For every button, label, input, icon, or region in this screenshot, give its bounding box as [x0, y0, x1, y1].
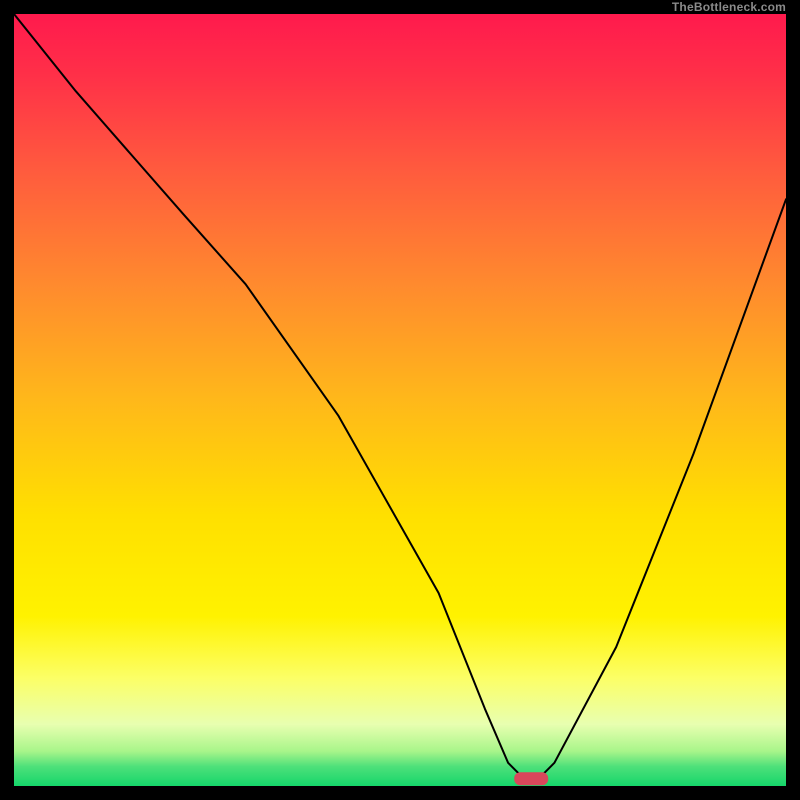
optimum-marker [514, 772, 548, 785]
bottleneck-curve [14, 14, 786, 778]
chart-frame: TheBottleneck.com [0, 0, 800, 800]
chart-svg [14, 14, 786, 786]
watermark-label: TheBottleneck.com [672, 0, 786, 14]
chart-plot-area [14, 14, 786, 786]
